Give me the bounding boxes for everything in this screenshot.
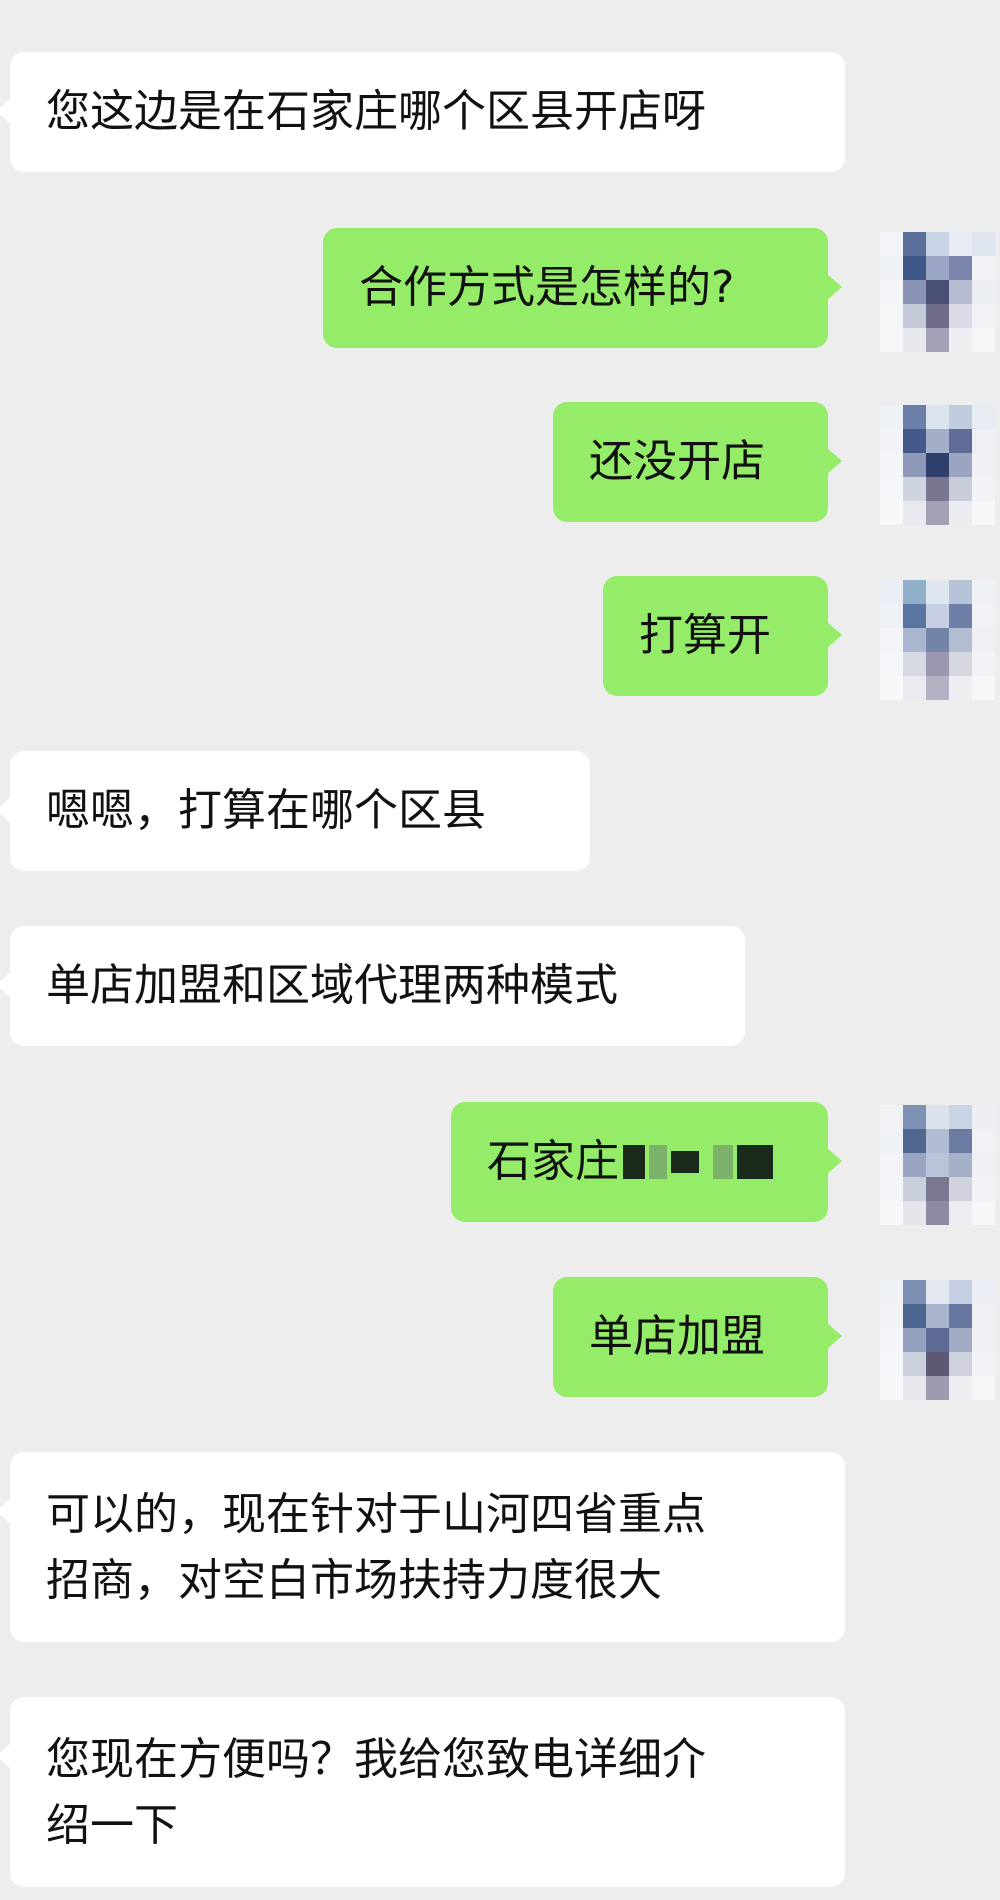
bubble-tail [826, 621, 842, 649]
message-outgoing[interactable]: 合作方式是怎样的? [323, 228, 842, 348]
message-text: 嗯嗯，打算在哪个区县 [46, 785, 486, 836]
message-incoming[interactable]: 您这边是在石家庄哪个区县开店呀 [0, 52, 845, 172]
message-text: 单店加盟 [589, 1311, 765, 1362]
pixelated-avatar-icon[interactable] [880, 405, 995, 525]
message-text-line: 绍一下 [46, 1800, 178, 1851]
message-text: 合作方式是怎样的? [359, 262, 735, 313]
bubble-tail [0, 971, 12, 999]
message-outgoing[interactable]: 单店加盟 [553, 1277, 842, 1397]
redaction-mark [649, 1145, 667, 1179]
message-text-line: 可以的，现在针对于山河四省重点 [46, 1489, 706, 1540]
redaction-mark [713, 1145, 733, 1179]
message-text: 单店加盟和区域代理两种模式 [46, 960, 618, 1011]
chat-area: 您这边是在石家庄哪个区县开店呀 合作方式是怎样的? 还没开店 打算开 嗯嗯，打算… [0, 0, 1000, 1900]
message-outgoing[interactable]: 还没开店 [553, 402, 842, 522]
pixelated-avatar-icon[interactable] [880, 1105, 995, 1225]
message-text: 您这边是在石家庄哪个区县开店呀 [46, 86, 706, 137]
bubble-tail [826, 273, 842, 301]
bubble-tail [826, 447, 842, 475]
message-incoming[interactable]: 单店加盟和区域代理两种模式 [0, 926, 745, 1046]
message-text-line: 您现在方便吗？我给您致电详细介 [46, 1734, 706, 1785]
pixelated-avatar-icon[interactable] [880, 1280, 995, 1400]
message-text: 还没开店 [589, 436, 765, 487]
bubble-tail [826, 1322, 842, 1350]
message-text: 石家庄 [487, 1136, 619, 1187]
message-outgoing[interactable]: 石家庄 [451, 1102, 842, 1222]
pixelated-avatar-icon[interactable] [880, 232, 995, 352]
bubble-tail [0, 1497, 12, 1525]
bubble-tail [0, 796, 12, 824]
redaction-mark [737, 1145, 773, 1179]
bubble-tail [0, 1742, 12, 1770]
pixelated-avatar-icon[interactable] [880, 580, 995, 700]
redaction-mark [671, 1151, 699, 1173]
message-incoming[interactable]: 您现在方便吗？我给您致电详细介 绍一下 [0, 1697, 845, 1887]
message-incoming[interactable]: 嗯嗯，打算在哪个区县 [0, 751, 590, 871]
message-text: 打算开 [639, 610, 771, 661]
bubble-tail [0, 97, 12, 125]
message-incoming[interactable]: 可以的，现在针对于山河四省重点 招商，对空白市场扶持力度很大 [0, 1452, 845, 1642]
redaction-mark [623, 1145, 645, 1179]
bubble-tail [826, 1147, 842, 1175]
message-text-line: 招商，对空白市场扶持力度很大 [46, 1555, 662, 1606]
message-outgoing[interactable]: 打算开 [603, 576, 842, 696]
